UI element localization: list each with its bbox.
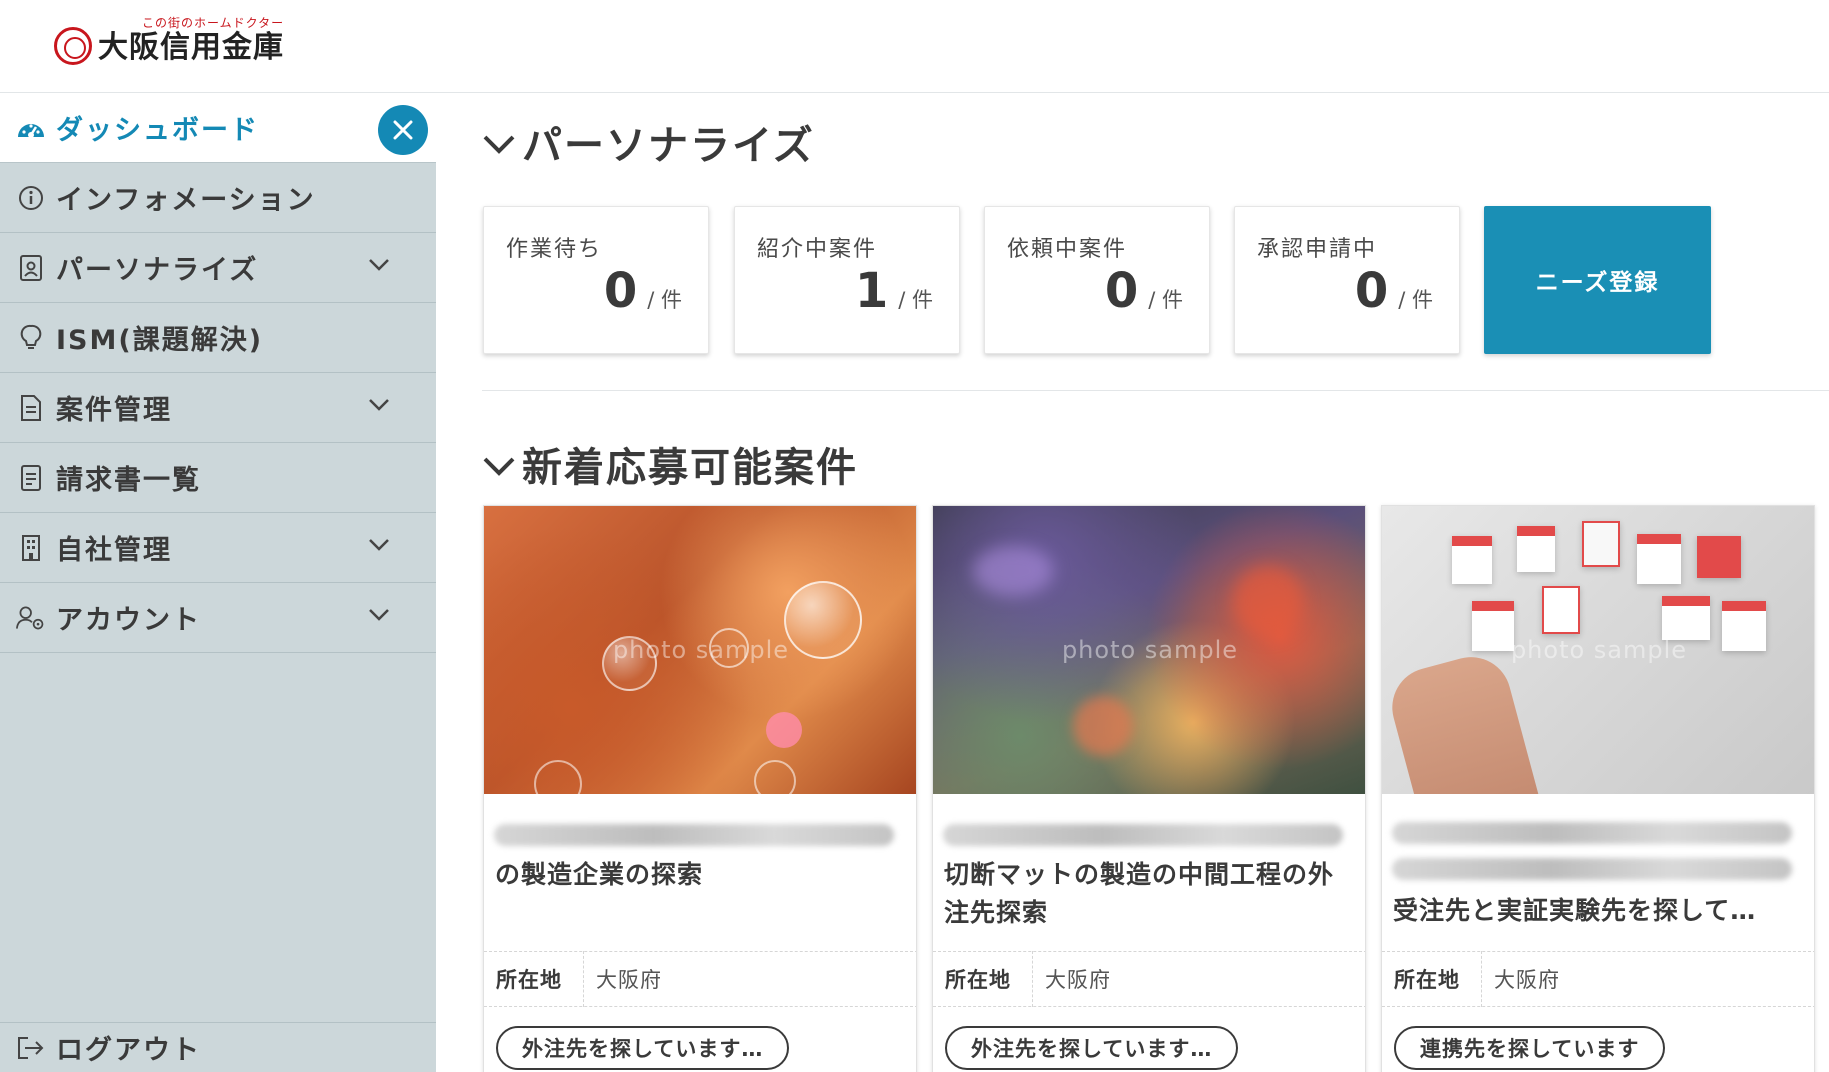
logout-icon [16, 1033, 46, 1063]
logo[interactable]: この街のホームドクター 大阪信用金庫 [54, 16, 284, 66]
section-title: パーソナライズ [522, 123, 815, 169]
project-card[interactable]: photo sample 切断マットの製造の中間工程の外注先探索 所在地 大阪府… [932, 505, 1366, 1072]
project-image: photo sample [933, 506, 1365, 794]
location-row: 所在地 大阪府 [933, 951, 1365, 1007]
redacted-text [494, 824, 894, 846]
redacted-text [1392, 858, 1792, 880]
sidebar-item-ism[interactable]: ISM(課題解決) [0, 303, 436, 373]
project-title: の製造企業の探索 [495, 860, 704, 889]
stat-value: 1 [854, 263, 889, 319]
logo-name: 大阪信用金庫 [98, 30, 284, 65]
stat-unit: / 件 [1398, 288, 1433, 312]
logout-button[interactable]: ログアウト [0, 1022, 436, 1072]
stat-label: 紹介中案件 [757, 237, 878, 262]
stat-label: 依頼中案件 [1007, 237, 1128, 262]
document-icon [16, 393, 46, 423]
lightbulb-icon [16, 323, 46, 353]
stat-value: 0 [603, 263, 638, 319]
stat-label: 承認申請中 [1257, 237, 1378, 262]
stat-card-waiting[interactable]: 作業待ち 0 / 件 [483, 206, 709, 354]
location-value: 大阪府 [1045, 968, 1111, 992]
sidebar-item-label: ダッシュボード [56, 115, 259, 146]
location-label: 所在地 [933, 951, 1033, 1007]
divider [482, 390, 1829, 391]
sidebar-item-information[interactable]: インフォメーション [0, 163, 436, 233]
dashboard-icon [16, 113, 46, 143]
sidebar-item-personalize[interactable]: パーソナライズ [0, 233, 436, 303]
invoice-icon [16, 463, 46, 493]
sidebar: ダッシュボード インフォメーション パーソナライズ ISM(課題解決) 案件管理 [0, 93, 436, 1072]
sidebar-item-label: 自社管理 [56, 535, 172, 566]
stat-card-requesting[interactable]: 依頼中案件 0 / 件 [984, 206, 1210, 354]
sidebar-item-company[interactable]: 自社管理 [0, 513, 436, 583]
sidebar-item-label: ISM(課題解決) [56, 325, 264, 356]
location-row: 所在地 大阪府 [484, 951, 916, 1007]
section-title: 新着応募可能案件 [522, 445, 858, 491]
project-tag[interactable]: 外注先を探しています… [496, 1026, 790, 1070]
sidebar-item-dashboard[interactable]: ダッシュボード [0, 93, 436, 163]
logo-tagline: この街のホームドクター [142, 16, 285, 30]
chevron-down-icon [482, 441, 516, 487]
close-sidebar-button[interactable] [378, 105, 428, 155]
watermark-text: photo sample [1061, 636, 1239, 664]
chevron-down-icon[interactable] [368, 397, 390, 416]
watermark-text: photo sample [1510, 636, 1688, 664]
chevron-down-icon [482, 119, 516, 165]
logout-label: ログアウト [56, 1035, 201, 1066]
user-settings-icon [16, 603, 46, 633]
location-row: 所在地 大阪府 [1382, 951, 1814, 1007]
project-image: photo sample [484, 506, 916, 794]
sidebar-item-project-management[interactable]: 案件管理 [0, 373, 436, 443]
stat-card-introducing[interactable]: 紹介中案件 1 / 件 [734, 206, 960, 354]
main-content: パーソナライズ 作業待ち 0 / 件 紹介中案件 1 / 件 依頼中案件 0 /… [436, 93, 1829, 1072]
app-header: この街のホームドクター 大阪信用金庫 [0, 0, 1829, 93]
redacted-text [1392, 822, 1792, 844]
person-document-icon [16, 253, 46, 283]
chevron-down-icon[interactable] [368, 537, 390, 556]
project-title: 受注先と実証実験先を探して… [1393, 896, 1757, 925]
project-card[interactable]: photo sample の製造企業の探索 所在地 大阪府 外注先を探しています… [483, 505, 917, 1072]
watermark-text: photo sample [612, 636, 790, 664]
stat-unit: / 件 [647, 288, 682, 312]
sidebar-item-invoices[interactable]: 請求書一覧 [0, 443, 436, 513]
close-icon [393, 120, 413, 140]
section-new-projects-header[interactable]: 新着応募可能案件 [482, 435, 858, 493]
stat-value: 0 [1354, 263, 1389, 319]
sidebar-item-label: パーソナライズ [56, 255, 259, 286]
info-icon [16, 183, 46, 213]
stat-unit: / 件 [1148, 288, 1183, 312]
project-title: 切断マットの製造の中間工程の外注先探索 [944, 860, 1335, 927]
stat-value: 0 [1104, 263, 1139, 319]
chevron-down-icon[interactable] [368, 257, 390, 276]
stat-unit: / 件 [898, 288, 933, 312]
sidebar-item-account[interactable]: アカウント [0, 583, 436, 653]
sidebar-item-label: 請求書一覧 [56, 465, 201, 496]
stat-label: 作業待ち [506, 237, 603, 262]
needs-register-button[interactable]: ニーズ登録 [1484, 206, 1711, 354]
sidebar-item-label: 案件管理 [56, 395, 172, 426]
section-personalize-header[interactable]: パーソナライズ [482, 113, 815, 171]
project-card[interactable]: photo sample 受注先と実証実験先を探して… 所在地 大阪府 連携先を… [1381, 505, 1815, 1072]
chevron-down-icon[interactable] [368, 607, 390, 626]
project-tag[interactable]: 外注先を探しています… [945, 1026, 1239, 1070]
sidebar-item-label: インフォメーション [56, 185, 316, 216]
building-icon [16, 533, 46, 563]
stat-card-approval[interactable]: 承認申請中 0 / 件 [1234, 206, 1460, 354]
sidebar-item-label: アカウント [56, 605, 201, 636]
location-value: 大阪府 [596, 968, 662, 992]
project-image: photo sample [1382, 506, 1814, 794]
redacted-text [943, 824, 1343, 846]
logo-emblem-icon [54, 27, 92, 65]
location-label: 所在地 [484, 951, 584, 1007]
project-tag[interactable]: 連携先を探しています [1394, 1026, 1666, 1070]
location-label: 所在地 [1382, 951, 1482, 1007]
location-value: 大阪府 [1494, 968, 1560, 992]
